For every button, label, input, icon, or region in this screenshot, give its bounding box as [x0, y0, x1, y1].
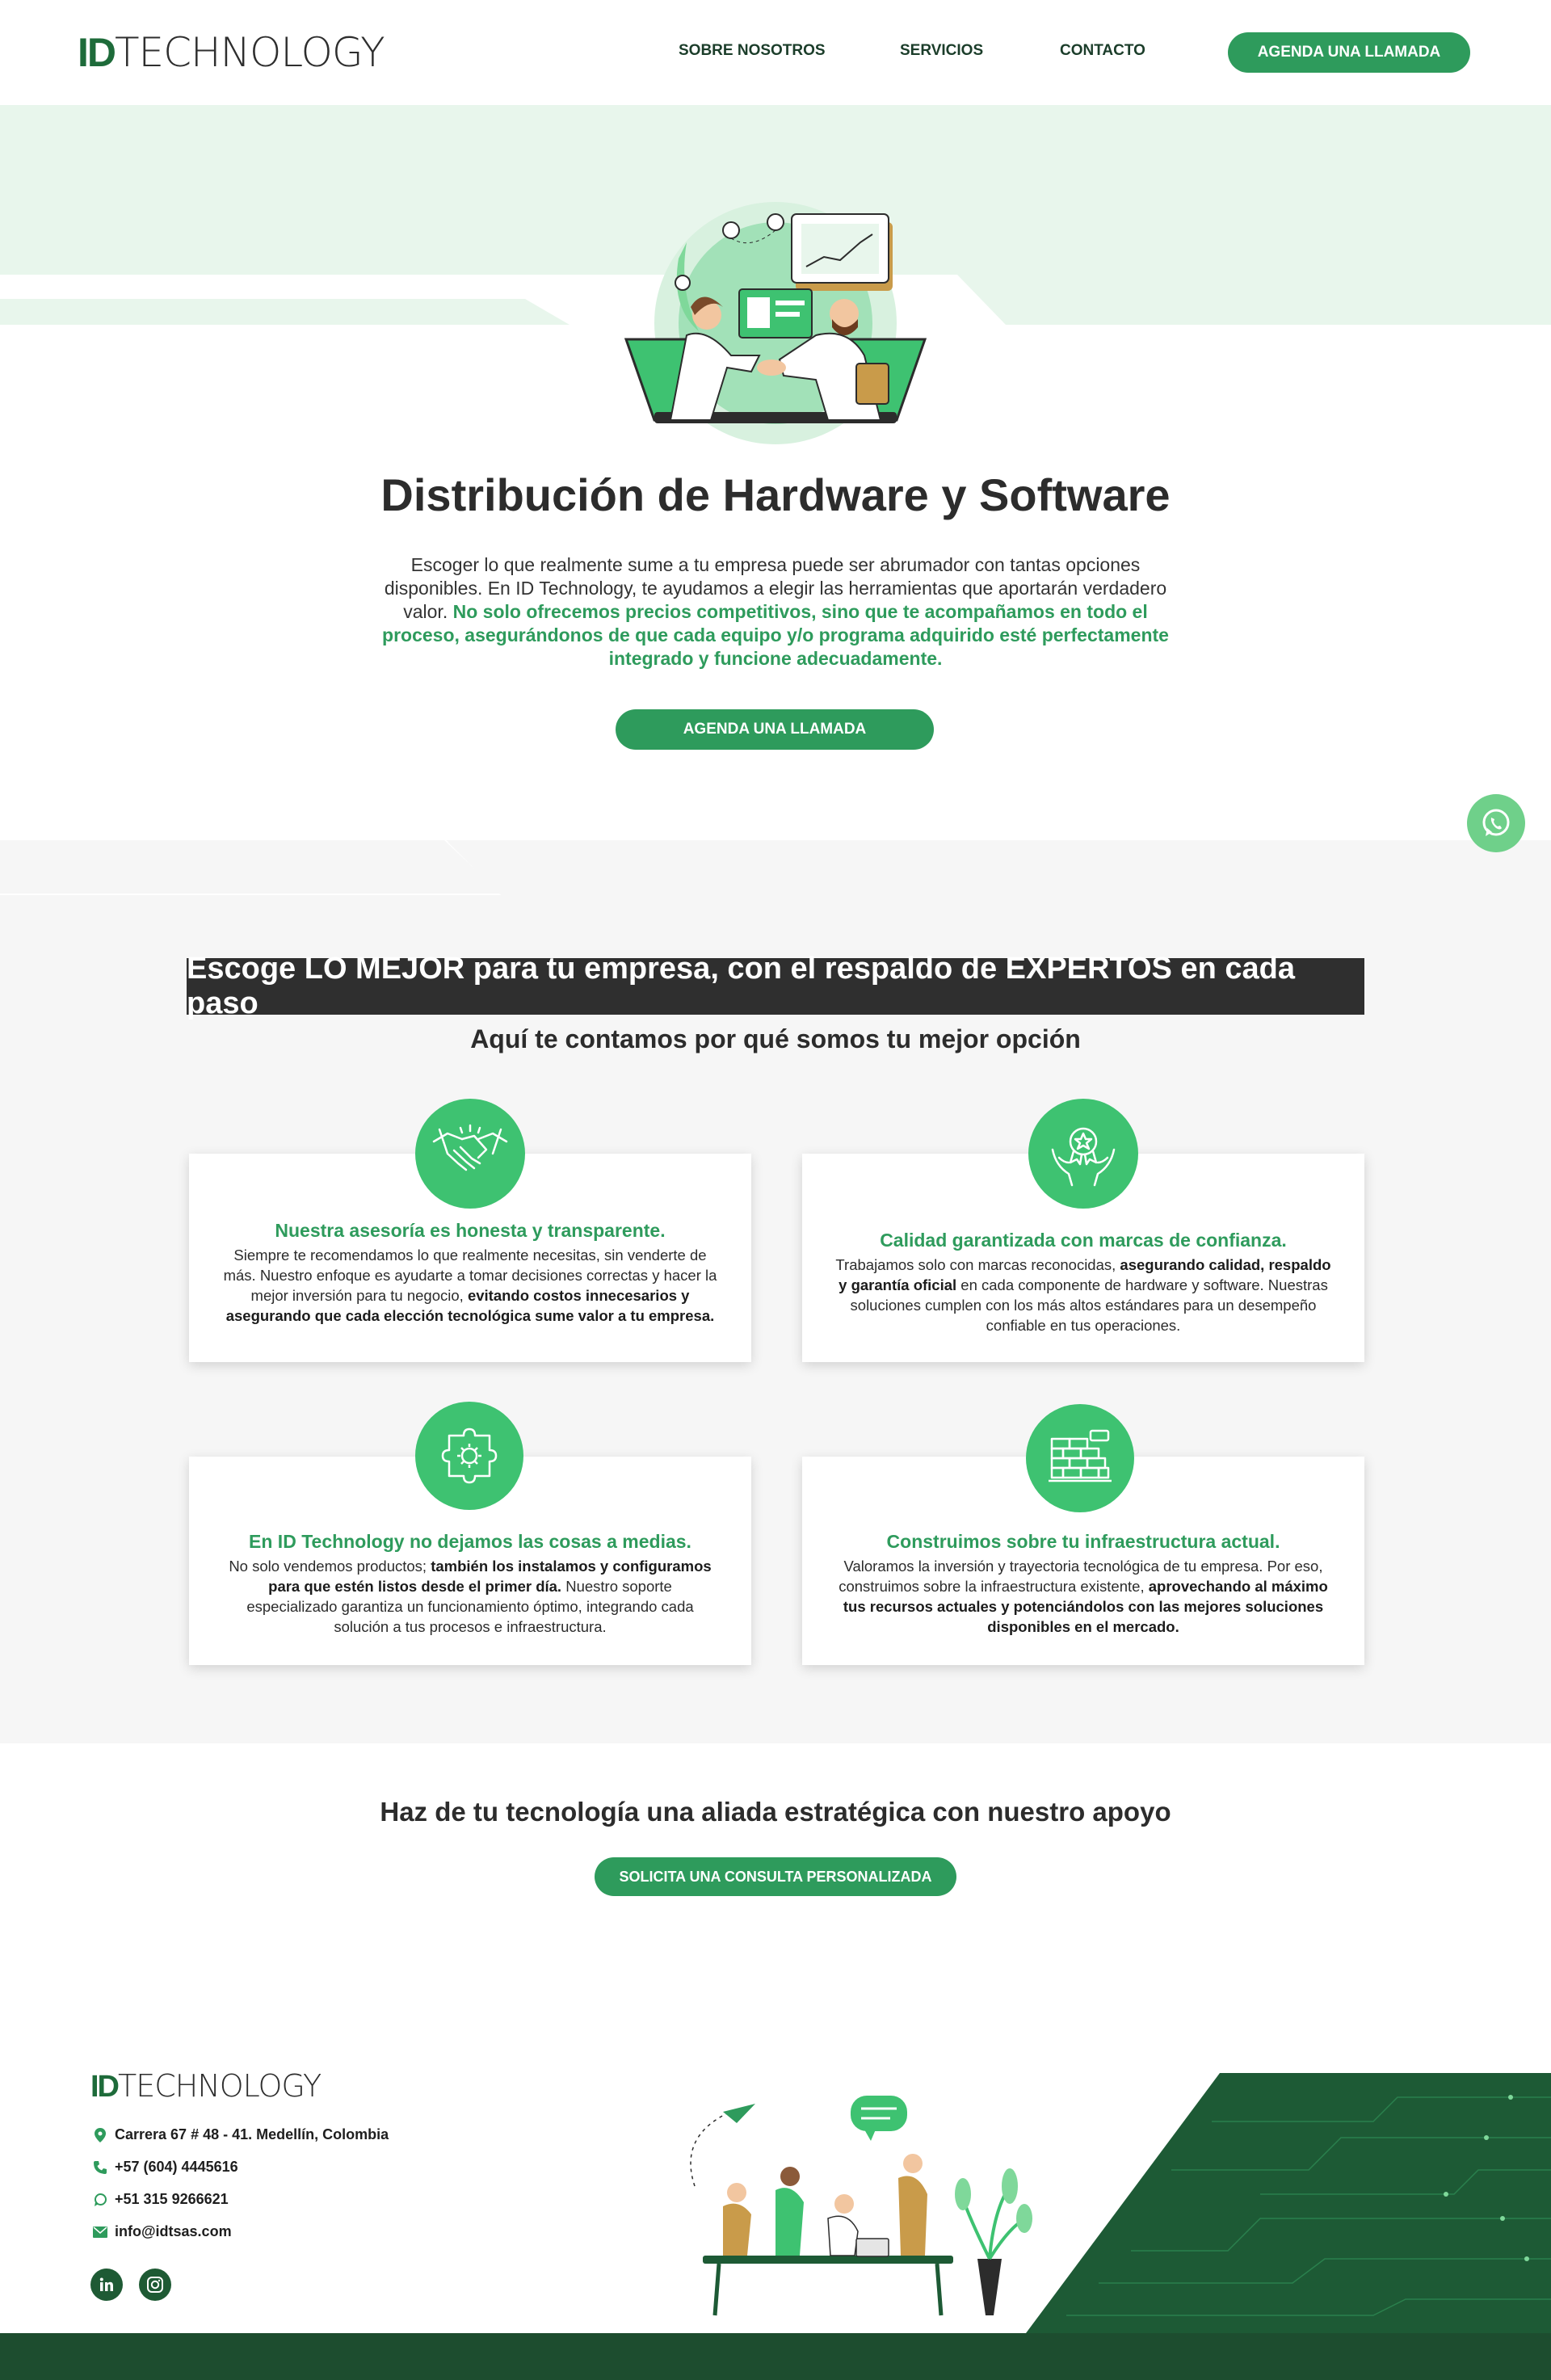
- feature-card-title: En ID Technology no dejamos las cosas a …: [249, 1531, 691, 1552]
- linkedin-icon[interactable]: [90, 2269, 123, 2301]
- footer-phone[interactable]: +57 (604) 4445616: [90, 2159, 238, 2176]
- logo-text: TECHNOLOGY: [115, 29, 385, 76]
- header-logo[interactable]: ID TECHNOLOGY: [78, 29, 385, 76]
- footer-team-illustration: [690, 2073, 1551, 2333]
- logo-id-mark: ID: [90, 2070, 120, 2104]
- nav-servicios[interactable]: SERVICIOS: [900, 42, 983, 60]
- header-schedule-call-button[interactable]: AGENDA UNA LLAMADA: [1228, 32, 1470, 73]
- hero-description: Escoger lo que realmente sume a tu empre…: [380, 553, 1171, 671]
- instagram-icon[interactable]: [139, 2269, 171, 2301]
- logo-text: TECHNOLOGY: [118, 2068, 322, 2104]
- nav-contacto[interactable]: CONTACTO: [1060, 42, 1145, 60]
- logo-id-mark: ID: [78, 30, 116, 75]
- location-pin-icon: [90, 2127, 110, 2142]
- cta-title: Haz de tu tecnología una aliada estratég…: [380, 1797, 1171, 1827]
- footer-whatsapp[interactable]: +51 315 9266621: [90, 2191, 229, 2208]
- feature-card-text: No solo vendemos productos;: [229, 1558, 427, 1575]
- features-banner: Escoge LO MEJOR para tu empresa, con el …: [187, 952, 1364, 1020]
- feature-card-body: Valoramos la inversión y trayectoria tec…: [834, 1556, 1332, 1637]
- footer-bottom-bar: [0, 2333, 1551, 2380]
- whatsapp-float-button[interactable]: [1467, 794, 1525, 852]
- quality-badge-icon: [1028, 1099, 1138, 1209]
- feature-card-body: Trabajamos solo con marcas reconocidas, …: [834, 1255, 1332, 1335]
- hero-title: Distribución de Hardware y Software: [380, 469, 1171, 520]
- email-text: info@idtsas.com: [115, 2223, 232, 2239]
- footer-email[interactable]: info@idtsas.com: [90, 2223, 232, 2240]
- hero-description-highlight: No solo ofrecemos precios competitivos, …: [382, 601, 1169, 669]
- feature-card-body: Siempre te recomendamos lo que realmente…: [221, 1245, 719, 1326]
- mail-icon: [90, 2226, 110, 2238]
- site-header: ID TECHNOLOGY SOBRE NOSOTROS SERVICIOS C…: [0, 0, 1551, 105]
- features-subtitle: Aquí te contamos por qué somos tu mejor …: [470, 1024, 1081, 1053]
- footer-logo[interactable]: ID TECHNOLOGY: [90, 2068, 322, 2105]
- phone-icon: [90, 2160, 110, 2175]
- feature-card-body: No solo vendemos productos; también los …: [221, 1556, 719, 1637]
- handshake-icon: [415, 1099, 525, 1209]
- hero-schedule-call-button[interactable]: AGENDA UNA LLAMADA: [616, 709, 934, 750]
- brick-wall-icon: [1026, 1404, 1134, 1512]
- feature-card-title: Nuestra asesoría es honesta y transparen…: [275, 1220, 666, 1241]
- gear-puzzle-icon: [415, 1402, 523, 1510]
- request-consultation-button[interactable]: SOLICITA UNA CONSULTA PERSONALIZADA: [595, 1857, 956, 1896]
- feature-card-text: Trabajamos solo con marcas reconocidas,: [835, 1256, 1116, 1273]
- whatsapp-small-icon: [90, 2193, 110, 2207]
- hero-illustration: [624, 202, 927, 444]
- whatsapp-text: +51 315 9266621: [115, 2191, 229, 2207]
- feature-card-title: Construimos sobre tu infraestructura act…: [886, 1531, 1280, 1552]
- footer-address: Carrera 67 # 48 - 41. Medellín, Colombia: [90, 2126, 389, 2143]
- phone-text: +57 (604) 4445616: [115, 2159, 238, 2175]
- whatsapp-icon: [1482, 809, 1510, 836]
- nav-sobre-nosotros[interactable]: SOBRE NOSOTROS: [679, 42, 826, 60]
- features-angle-fill: [0, 840, 501, 894]
- feature-card-title: Calidad garantizada con marcas de confia…: [880, 1230, 1287, 1251]
- address-text: Carrera 67 # 48 - 41. Medellín, Colombia: [115, 2126, 389, 2142]
